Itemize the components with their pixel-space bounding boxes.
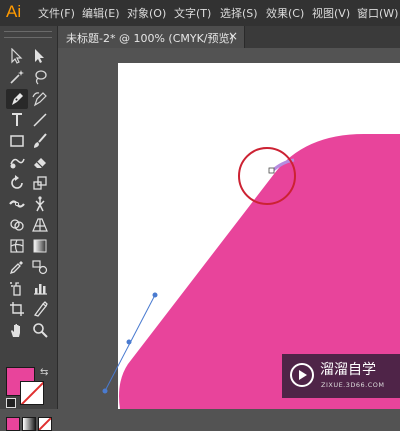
- curvature-tool-icon[interactable]: [29, 89, 51, 109]
- pen-tool-icon[interactable]: [6, 89, 28, 109]
- perspective-grid-tool-icon[interactable]: [29, 215, 51, 235]
- menu-edit[interactable]: 编辑(E): [82, 5, 120, 21]
- play-icon: [290, 363, 314, 387]
- menu-select[interactable]: 选择(S): [220, 5, 258, 21]
- anchor-point: [268, 167, 275, 174]
- handle-point-top: [152, 292, 158, 298]
- mesh-tool-icon[interactable]: [6, 236, 28, 256]
- paintbrush-tool-icon[interactable]: [29, 131, 51, 151]
- menu-bar: Ai 文件(F) 编辑(E) 对象(O) 文字(T) 选择(S) 效果(C) 视…: [0, 0, 400, 26]
- rotate-tool-icon[interactable]: [6, 173, 28, 193]
- document-tab-bar: 未标题-2* @ 100% (CMYK/预览) ×: [58, 26, 400, 48]
- symbol-sprayer-tool-icon[interactable]: [6, 278, 28, 298]
- shape-builder-tool-icon[interactable]: [6, 215, 28, 235]
- menu-effect[interactable]: 效果(C): [266, 5, 304, 21]
- shaper-tool-icon[interactable]: [6, 152, 28, 172]
- menu-window[interactable]: 窗口(W): [357, 5, 398, 21]
- eyedropper-tool-icon[interactable]: [6, 257, 28, 277]
- magic-wand-tool-icon[interactable]: [6, 67, 28, 87]
- none-mode-icon[interactable]: [38, 417, 52, 431]
- watermark-title: 溜溜自学: [320, 362, 376, 378]
- width-tool-icon[interactable]: [6, 194, 28, 214]
- gradient-tool-icon[interactable]: [29, 236, 51, 256]
- type-tool-icon[interactable]: [6, 110, 28, 130]
- menu-file[interactable]: 文件(F): [38, 5, 75, 21]
- line-segment-tool-icon[interactable]: [29, 110, 51, 130]
- handle-point-mid: [126, 339, 132, 345]
- blend-tool-icon[interactable]: [29, 257, 51, 277]
- direct-selection-tool-icon[interactable]: [29, 46, 51, 66]
- stroke-color-swatch[interactable]: [20, 381, 44, 405]
- menu-type[interactable]: 文字(T): [174, 5, 211, 21]
- column-graph-tool-icon[interactable]: [29, 278, 51, 298]
- rectangle-tool-icon[interactable]: [6, 131, 28, 151]
- selection-tool-icon[interactable]: [6, 46, 28, 66]
- default-colors-icon[interactable]: [6, 398, 16, 408]
- slice-tool-icon[interactable]: [29, 299, 51, 319]
- close-icon[interactable]: ×: [228, 29, 238, 43]
- watermark: 溜溜自学 ZIXUE.3D66.COM: [282, 354, 400, 398]
- swap-fill-stroke-icon[interactable]: ⇆: [40, 367, 48, 378]
- app-logo: Ai: [6, 2, 22, 21]
- lasso-tool-icon[interactable]: [29, 67, 51, 87]
- menu-view[interactable]: 视图(V): [312, 5, 350, 21]
- watermark-url: ZIXUE.3D66.COM: [321, 381, 385, 389]
- hand-tool-icon[interactable]: [6, 320, 28, 340]
- gradient-mode-icon[interactable]: [22, 417, 36, 431]
- color-mode-icon[interactable]: [6, 417, 20, 431]
- zoom-tool-icon[interactable]: [29, 320, 51, 340]
- panel-grip[interactable]: [4, 31, 52, 38]
- eraser-tool-icon[interactable]: [29, 152, 51, 172]
- canvas[interactable]: 溜溜自学 ZIXUE.3D66.COM: [58, 48, 400, 409]
- tools-panel: ⇆: [0, 26, 58, 431]
- document-tab-title: 未标题-2* @ 100% (CMYK/预览): [66, 32, 234, 45]
- scale-tool-icon[interactable]: [29, 173, 51, 193]
- menu-object[interactable]: 对象(O): [127, 5, 166, 21]
- artboard-tool-icon[interactable]: [6, 299, 28, 319]
- document-tab[interactable]: 未标题-2* @ 100% (CMYK/预览) ×: [58, 26, 245, 48]
- handle-point-bottom: [102, 388, 108, 394]
- puppet-warp-tool-icon[interactable]: [29, 194, 51, 214]
